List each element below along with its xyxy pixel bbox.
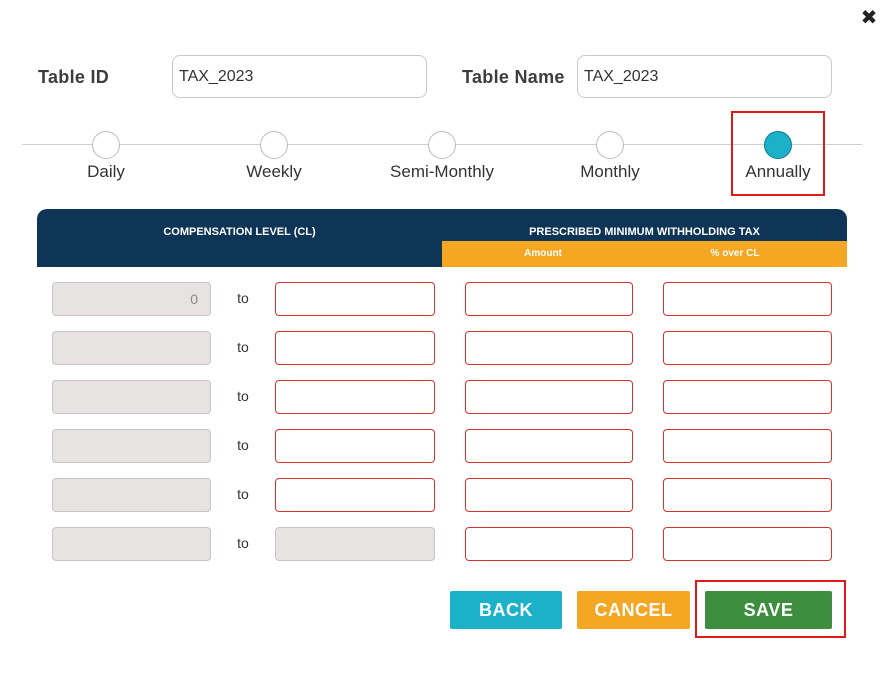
cl-to-input[interactable]	[275, 380, 435, 414]
amount-header: Amount	[524, 248, 562, 259]
withholding-subheader: Amount % over CL	[442, 241, 847, 267]
tax-table-header: COMPENSATION LEVEL (CL) PRESCRIBED MINIM…	[37, 209, 847, 267]
table-row: to	[0, 380, 885, 414]
weekly-label: Weekly	[246, 162, 302, 181]
semi-monthly-radio[interactable]	[428, 131, 456, 159]
annually-highlight-box	[731, 111, 825, 196]
monthly-label: Monthly	[580, 162, 640, 181]
weekly-radio[interactable]	[260, 131, 288, 159]
amount-input[interactable]	[465, 331, 633, 365]
table-row: to	[0, 478, 885, 512]
cl-from-input	[52, 429, 211, 463]
amount-input[interactable]	[465, 282, 633, 316]
daily-label: Daily	[87, 162, 125, 181]
table-name-input[interactable]	[577, 55, 832, 98]
percent-over-cl-input[interactable]	[663, 331, 832, 365]
cl-to-input[interactable]	[275, 429, 435, 463]
daily-radio[interactable]	[92, 131, 120, 159]
cl-to-input[interactable]	[275, 478, 435, 512]
semi-monthly-label: Semi-Monthly	[390, 162, 494, 181]
table-row: to	[0, 282, 885, 316]
cl-to-input[interactable]	[275, 282, 435, 316]
cl-from-input	[52, 282, 211, 316]
amount-input[interactable]	[465, 380, 633, 414]
compensation-level-header: COMPENSATION LEVEL (CL)	[163, 226, 316, 238]
monthly-radio[interactable]	[596, 131, 624, 159]
amount-input[interactable]	[465, 527, 633, 561]
close-icon[interactable]: ✖	[857, 6, 881, 30]
table-row: to	[0, 429, 885, 463]
percent-over-cl-input[interactable]	[663, 282, 832, 316]
to-label: to	[237, 388, 249, 404]
frequency-step-weekly[interactable]: Weekly	[204, 131, 344, 182]
cl-from-input	[52, 331, 211, 365]
back-button[interactable]: BACK	[450, 591, 562, 629]
percent-over-cl-input[interactable]	[663, 478, 832, 512]
table-name-label: Table Name	[462, 67, 565, 87]
amount-input[interactable]	[465, 429, 633, 463]
amount-input[interactable]	[465, 478, 633, 512]
percent-over-cl-input[interactable]	[663, 527, 832, 561]
frequency-step-semi-monthly[interactable]: Semi-Monthly	[372, 131, 512, 182]
table-id-input[interactable]	[172, 55, 427, 98]
to-label: to	[237, 535, 249, 551]
frequency-step-daily[interactable]: Daily	[36, 131, 176, 182]
cl-from-input	[52, 380, 211, 414]
to-label: to	[237, 486, 249, 502]
withholding-tax-header: PRESCRIBED MINIMUM WITHHOLDING TAX	[529, 226, 760, 238]
cl-from-input	[52, 478, 211, 512]
frequency-step-monthly[interactable]: Monthly	[540, 131, 680, 182]
cancel-button[interactable]: CANCEL	[577, 591, 690, 629]
percent-over-cl-input[interactable]	[663, 429, 832, 463]
to-label: to	[237, 339, 249, 355]
cl-to-input[interactable]	[275, 331, 435, 365]
save-highlight-box	[695, 580, 846, 638]
to-label: to	[237, 437, 249, 453]
cl-from-input	[52, 527, 211, 561]
table-row: to	[0, 331, 885, 365]
percent-over-cl-header: % over CL	[710, 248, 760, 259]
table-row: to	[0, 527, 885, 561]
table-id-label: Table ID	[38, 67, 110, 87]
percent-over-cl-input[interactable]	[663, 380, 832, 414]
to-label: to	[237, 290, 249, 306]
cl-to-input	[275, 527, 435, 561]
